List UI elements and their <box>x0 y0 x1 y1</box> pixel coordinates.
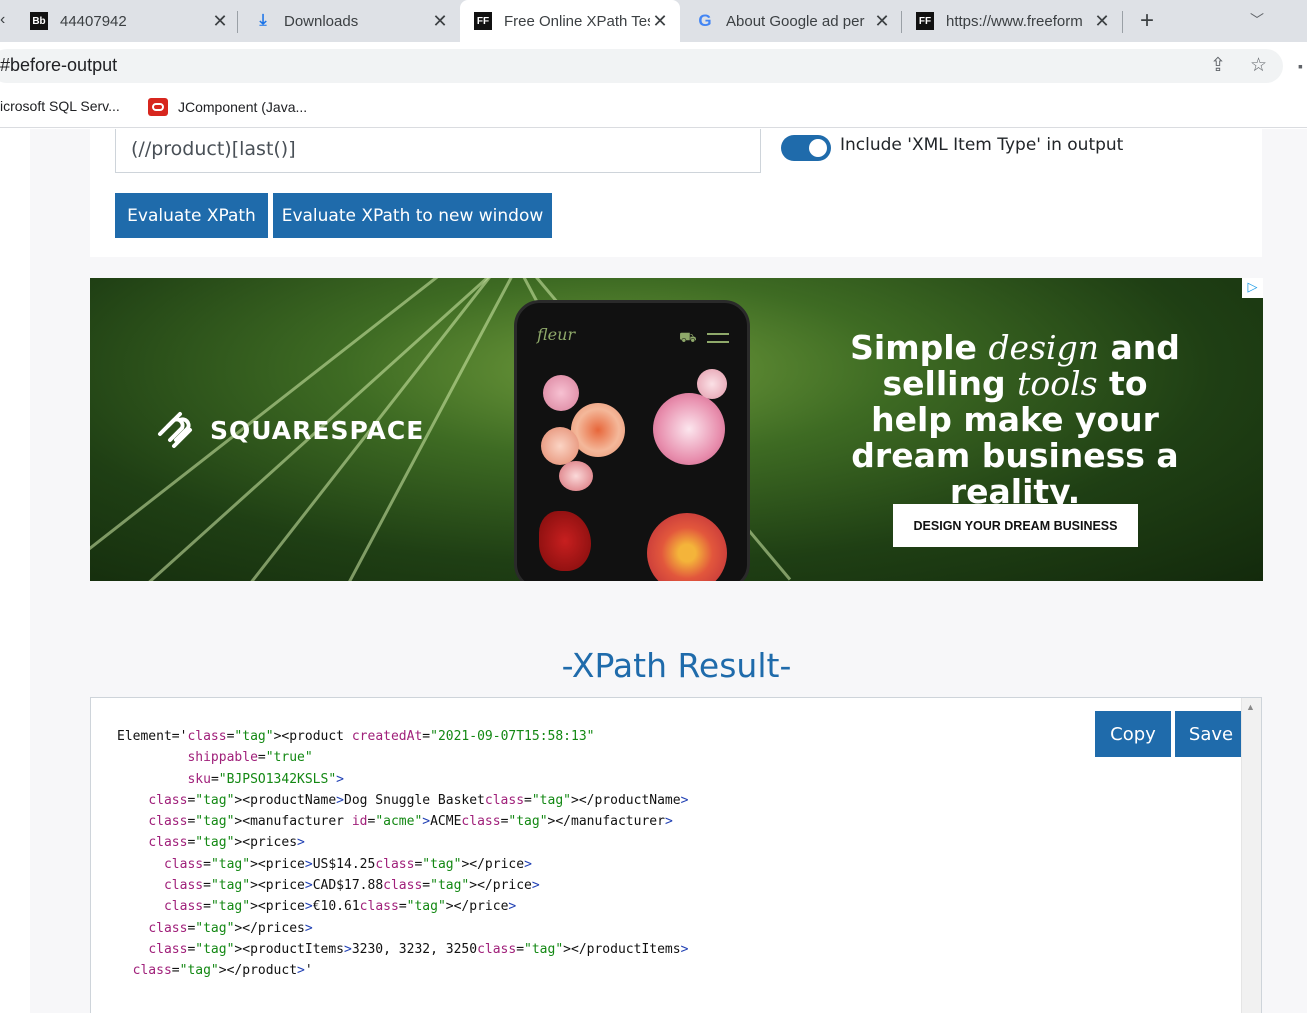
flower-image <box>541 427 579 465</box>
tab-4[interactable]: G About Google ad per ✕ <box>696 0 892 42</box>
evaluate-xpath-new-window-button[interactable]: Evaluate XPath to new window <box>273 193 552 238</box>
tab-separator <box>1122 11 1123 33</box>
save-button[interactable]: Save <box>1175 711 1247 757</box>
tab-1[interactable]: Bb 44407942 ✕ <box>30 0 230 42</box>
flower-image <box>647 513 727 581</box>
flower-image <box>571 403 625 457</box>
scroll-up-arrow-icon[interactable]: ▲ <box>1246 702 1255 712</box>
tab-title: 44407942 <box>60 12 127 30</box>
omnibox[interactable]: #before-output ⇪ ☆ <box>0 49 1283 83</box>
toggle-label: Include 'XML Item Type' in output <box>840 135 1124 155</box>
extensions-icon[interactable]: ▪ <box>1298 58 1303 74</box>
address-row: #before-output ⇪ ☆ ▪ <box>0 42 1307 88</box>
close-icon[interactable]: ✕ <box>1092 11 1112 32</box>
phone-mockup-image: fleur ⛟ <box>514 300 750 581</box>
bookmark-sql-server[interactable]: icrosoft SQL Serv... <box>0 98 120 114</box>
result-code[interactable]: Element='class="tag"><product createdAt=… <box>117 726 688 982</box>
code-line: sku="BJPSO1342KSLS"> <box>187 771 344 787</box>
code-line: class="tag"><manufacturer <box>148 814 344 830</box>
close-icon[interactable]: ✕ <box>210 11 230 32</box>
tab-5[interactable]: FF https://www.freeform ✕ <box>916 0 1112 42</box>
code-line: class="tag"><productName <box>148 792 337 808</box>
cart-icon: ⛟ <box>679 329 697 345</box>
tab-title: https://www.freeform <box>946 12 1083 30</box>
tab-scroll-left-icon[interactable]: ‹ <box>0 11 5 29</box>
ad-headline: Simple design and selling tools to help … <box>850 328 1180 511</box>
code-line: class="tag"><productItems <box>148 941 344 957</box>
code-line: class="tag"></prices <box>148 920 305 936</box>
menu-icon <box>707 333 729 335</box>
tab-3-active[interactable]: FF Free Online XPath Tes ✕ <box>460 0 680 42</box>
phone-brand-text: fleur <box>537 325 576 344</box>
flower-image <box>543 375 579 411</box>
close-icon[interactable]: ✕ <box>872 11 892 32</box>
squarespace-logo: SQUARESPACE <box>154 410 424 450</box>
url-text[interactable]: #before-output <box>0 55 117 76</box>
tab-separator <box>901 11 902 33</box>
page-content: (//product)[last()] Include 'XML Item Ty… <box>0 129 1307 1013</box>
oracle-icon <box>148 98 168 116</box>
adchoices-icon[interactable]: ▷ <box>1242 278 1263 298</box>
xpath-expression-input[interactable]: (//product)[last()] <box>115 129 761 173</box>
result-scrollbar[interactable]: ▲ <box>1241 698 1261 1013</box>
tab-2[interactable]: ⤓ Downloads ✕ <box>254 0 450 42</box>
include-xml-type-toggle[interactable] <box>781 135 831 161</box>
freeformatter-icon: FF <box>474 12 492 30</box>
google-icon: G <box>698 11 712 30</box>
flower-image <box>539 511 591 571</box>
tab-title: About Google ad per <box>726 12 865 30</box>
evaluate-xpath-button[interactable]: Evaluate XPath <box>115 193 268 238</box>
code-line: Element='class="tag"><product <box>117 729 345 744</box>
code-line: class="tag"><price <box>163 856 305 872</box>
tab-separator <box>237 11 238 33</box>
flower-image <box>653 393 725 465</box>
code-line: class="tag"></product <box>132 963 298 979</box>
close-icon[interactable]: ✕ <box>650 11 670 32</box>
blackboard-icon: Bb <box>30 12 48 30</box>
new-tab-icon[interactable]: + <box>1140 7 1154 35</box>
tab-title: Downloads <box>284 12 359 30</box>
flower-image <box>559 461 593 491</box>
code-line: shippable="true" <box>187 750 313 766</box>
bookmark-jcomponent[interactable]: JComponent (Java... <box>148 98 307 116</box>
download-icon: ⤓ <box>259 12 267 29</box>
tab-strip: ‹ Bb 44407942 ✕ ⤓ Downloads ✕ FF Free On… <box>0 0 1307 42</box>
freeformatter-icon: FF <box>916 12 934 30</box>
xpath-form-card: (//product)[last()] Include 'XML Item Ty… <box>90 129 1262 257</box>
ad-cta-button[interactable]: DESIGN YOUR DREAM BUSINESS <box>893 504 1138 547</box>
bookmark-label: icrosoft SQL Serv... <box>0 98 120 114</box>
bookmarks-bar: icrosoft SQL Serv... JComponent (Java... <box>0 88 1307 128</box>
left-margin <box>0 129 30 1013</box>
squarespace-logo-icon <box>158 412 192 448</box>
share-icon[interactable]: ⇪ <box>1210 54 1226 77</box>
flower-image <box>697 369 727 399</box>
bookmark-label: JComponent (Java... <box>178 99 308 115</box>
xpath-result-box[interactable]: Element='class="tag"><product createdAt=… <box>90 697 1262 1013</box>
copy-button[interactable]: Copy <box>1095 711 1171 757</box>
code-line: class="tag"><price <box>163 899 305 915</box>
xpath-result-heading: -XPath Result- <box>561 646 792 685</box>
toggle-knob <box>809 139 827 157</box>
squarespace-ad[interactable]: SQUARESPACE fleur ⛟ Simple design and se… <box>90 278 1263 581</box>
tab-search-chevron-icon[interactable]: ﹀ <box>1250 10 1264 30</box>
close-icon[interactable]: ✕ <box>430 11 450 32</box>
tab-title: Free Online XPath Tes <box>504 12 650 30</box>
code-line: class="tag"><price <box>163 878 305 894</box>
bookmark-star-icon[interactable]: ☆ <box>1250 54 1267 77</box>
code-line: class="tag"><prices <box>148 835 298 851</box>
